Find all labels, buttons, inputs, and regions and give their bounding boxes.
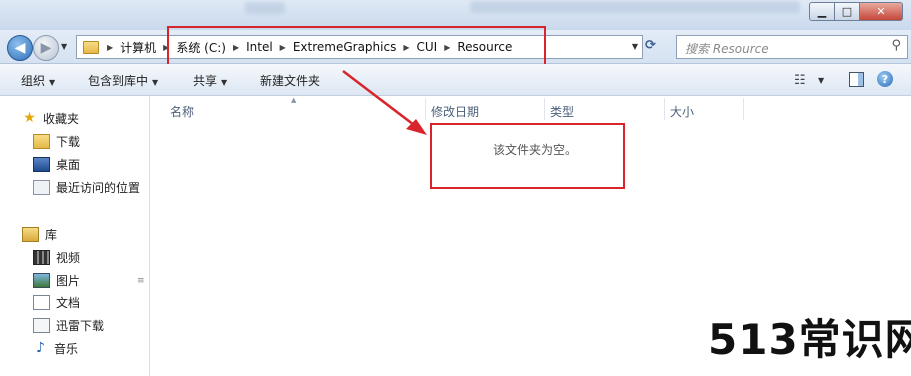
include-in-library-label: 包含到库中 (88, 74, 149, 88)
share-label: 共享 (193, 74, 218, 88)
sidebar-item-thunder-downloads[interactable]: 迅雷下载 (33, 317, 104, 334)
organize-menu[interactable]: 组织 ▼ (21, 72, 55, 89)
sort-ascending-icon: ▲ (291, 96, 297, 104)
arrow-left-icon: ◀ (14, 40, 26, 56)
sidebar-libraries-label: 库 (45, 228, 58, 242)
column-header-size[interactable]: 大小 (670, 103, 694, 120)
minimize-button[interactable]: ▁ (809, 2, 835, 21)
search-input[interactable]: 搜索 Resource ⚲ (676, 35, 908, 59)
sidebar-item-label: 图片 (56, 274, 81, 288)
sidebar-item-label: 最近访问的位置 (56, 181, 141, 195)
chevron-right-icon[interactable]: ▶ (399, 43, 413, 52)
star-icon: ★ (23, 110, 36, 126)
chevron-down-icon: ▼ (49, 78, 56, 87)
documents-icon (33, 295, 50, 310)
recent-places-icon (33, 180, 50, 195)
sidebar-item-label: 下载 (56, 135, 81, 149)
sidebar-item-label: 迅雷下载 (56, 319, 105, 333)
breadcrumb-computer[interactable]: 计算机 (117, 39, 159, 56)
breadcrumb-cui[interactable]: CUI (414, 40, 441, 54)
sidebar-libraries[interactable]: 库 (22, 226, 57, 243)
chevron-right-icon[interactable]: ▶ (229, 43, 243, 52)
folder-icon (83, 40, 99, 54)
address-bar[interactable]: ▶ 计算机 ▶ 系统 (C:) ▶ Intel ▶ ExtremeGraphic… (76, 35, 643, 59)
sidebar-item-label: 音乐 (54, 342, 79, 356)
thunder-download-icon (33, 318, 50, 333)
sidebar-item-downloads[interactable]: 下载 (33, 133, 80, 150)
breadcrumb-intel[interactable]: Intel (243, 40, 276, 54)
new-folder-button[interactable]: 新建文件夹 (260, 72, 320, 89)
sidebar-item-documents[interactable]: 文档 (33, 294, 80, 311)
share-menu[interactable]: 共享 ▼ (193, 72, 227, 89)
chevron-right-icon[interactable]: ▶ (103, 43, 117, 52)
sidebar-item-pictures[interactable]: 图片 (33, 272, 80, 289)
search-icon[interactable]: ⚲ (891, 38, 901, 53)
chevron-right-icon[interactable]: ▶ (276, 43, 290, 52)
organize-label: 组织 (21, 74, 46, 88)
column-divider[interactable] (743, 98, 744, 120)
chevron-down-icon: ▼ (221, 78, 228, 87)
forward-button[interactable]: ▶ (33, 35, 59, 61)
back-button[interactable]: ◀ (7, 35, 33, 61)
column-divider[interactable] (425, 98, 426, 120)
search-placeholder: 搜索 Resource (685, 42, 769, 56)
library-icon (22, 227, 39, 242)
window-controls: ▁ □ ✕ (809, 2, 903, 21)
pictures-icon (33, 273, 50, 288)
arrow-right-icon: ▶ (40, 40, 52, 56)
column-header-modified[interactable]: 修改日期 (431, 103, 479, 120)
empty-folder-message: 该文件夹为空。 (493, 143, 578, 157)
recent-pages-dropdown[interactable]: ▼ (61, 42, 67, 51)
breadcrumb-resource[interactable]: Resource (454, 40, 515, 54)
column-header-name[interactable]: 名称 (170, 103, 194, 120)
include-in-library-menu[interactable]: 包含到库中 ▼ (88, 72, 158, 89)
sidebar-item-recent-places[interactable]: 最近访问的位置 (33, 179, 140, 196)
downloads-folder-icon (33, 134, 50, 149)
desktop-icon (33, 157, 50, 172)
watermark-text: 513常识网 (708, 315, 911, 364)
column-header-type[interactable]: 类型 (550, 103, 574, 120)
video-icon (33, 250, 50, 265)
column-divider[interactable] (664, 98, 665, 120)
address-history-dropdown[interactable]: ▼ (632, 42, 638, 51)
pane-resize-grip[interactable]: ≡ (137, 276, 145, 286)
sidebar-item-desktop[interactable]: 桌面 (33, 156, 80, 173)
navigation-pane: ★ 收藏夹 下载 桌面 最近访问的位置 库 视频 图片 文档 迅雷下载 ♪ 音乐… (0, 96, 150, 376)
breadcrumb-extremegraphics[interactable]: ExtremeGraphics (290, 40, 400, 54)
music-icon: ♪ (36, 340, 45, 356)
refresh-icon[interactable]: ⟳ (645, 38, 656, 53)
chevron-down-icon: ▼ (152, 78, 159, 87)
sidebar-item-label: 桌面 (56, 158, 81, 172)
help-icon[interactable]: ? (877, 71, 893, 87)
chevron-right-icon[interactable]: ▶ (440, 43, 454, 52)
sidebar-item-music[interactable]: ♪ 音乐 (33, 340, 78, 357)
sidebar-item-label: 文档 (56, 296, 81, 310)
breadcrumb-drive-c[interactable]: 系统 (C:) (173, 39, 229, 56)
sidebar-favorites-label: 收藏夹 (43, 112, 80, 126)
sidebar-favorites[interactable]: ★ 收藏夹 (22, 110, 79, 127)
maximize-button[interactable]: □ (835, 2, 860, 21)
chevron-right-icon[interactable]: ▶ (159, 43, 173, 52)
navigation-bar: ◀ ▶ ▼ ▶ 计算机 ▶ 系统 (C:) ▶ Intel ▶ ExtremeG… (0, 30, 911, 64)
sidebar-item-label: 视频 (56, 251, 81, 265)
sidebar-item-videos[interactable]: 视频 (33, 249, 80, 266)
view-options-dropdown[interactable]: ▼ (818, 76, 824, 85)
command-bar: 组织 ▼ 包含到库中 ▼ 共享 ▼ 新建文件夹 ☷ ▼ ? (0, 64, 911, 96)
title-bar: ▁ □ ✕ (0, 0, 911, 30)
blurred-background-text (470, 1, 800, 13)
preview-pane-icon[interactable] (849, 72, 864, 87)
change-view-icon[interactable]: ☷ (794, 73, 806, 88)
close-button[interactable]: ✕ (860, 2, 903, 21)
blurred-title (245, 2, 285, 14)
column-divider[interactable] (544, 98, 545, 120)
